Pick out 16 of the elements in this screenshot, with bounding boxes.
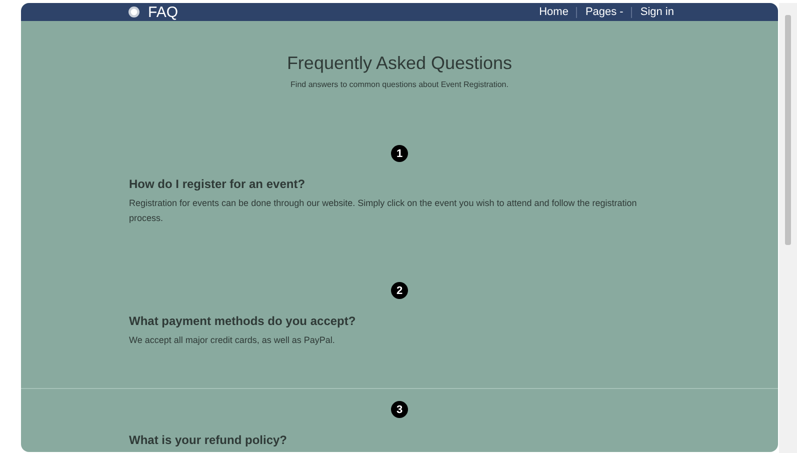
faq-question: How do I register for an event? bbox=[129, 177, 306, 191]
faq-question: What payment methods do you accept? bbox=[129, 314, 357, 328]
page-subtitle: Find answers to common questions about Event Registration. bbox=[290, 80, 510, 89]
nav-link[interactable]: Home bbox=[539, 6, 568, 18]
page-title: Frequently Asked Questions bbox=[286, 53, 514, 74]
number-badge: 3 bbox=[391, 401, 408, 418]
faq-answer: Registration for events can be done through our website. Simply click on the event you wish to attend and follow the registration process. bbox=[129, 197, 638, 225]
logo-icon bbox=[128, 6, 140, 18]
number-badge: 2 bbox=[391, 282, 408, 299]
scrollbar[interactable] bbox=[779, 3, 797, 453]
brand-title[interactable]: FAQ bbox=[148, 4, 178, 20]
faq-question: What is your refund policy? bbox=[129, 433, 288, 447]
faq-answer: We accept all major credit cards, as well as PayPal. bbox=[129, 334, 336, 347]
nav-link[interactable]: Pages - bbox=[585, 6, 624, 18]
nav-link[interactable]: Sign in bbox=[640, 6, 674, 18]
number-badge: 1 bbox=[391, 145, 408, 162]
